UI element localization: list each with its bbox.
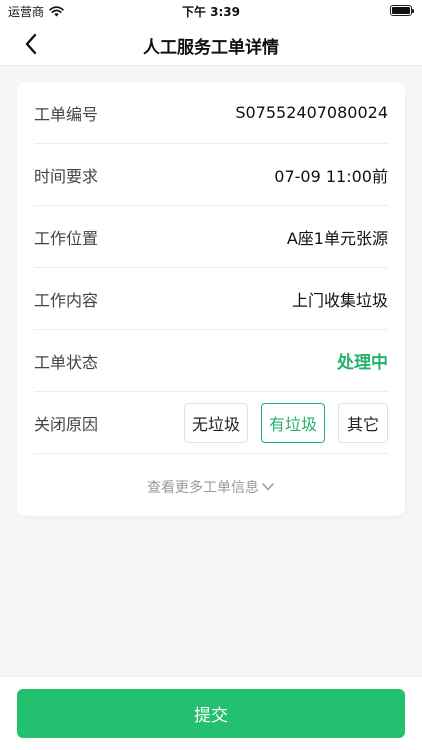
nav-bar: 人工服务工单详情 [0, 22, 422, 66]
close-reason-options: 无垃圾 有垃圾 其它 [183, 402, 388, 443]
page-title: 人工服务工单详情 [143, 38, 279, 58]
time-requirement-row: 时间要求 07-09 11:00前 [34, 144, 388, 206]
status-bar: 运营商 下午 3:39 [0, 0, 422, 22]
work-content-value: 上门收集垃圾 [291, 290, 388, 310]
time-requirement-value: 07-09 11:00前 [274, 166, 388, 186]
bottom-bar: 提交 [0, 676, 422, 750]
status-time: 下午 3:39 [181, 5, 241, 19]
close-reason-option-other[interactable]: 其它 [338, 402, 388, 443]
close-reason-row: 关闭原因 无垃圾 有垃圾 其它 [34, 392, 388, 454]
location-label: 工作位置 [34, 228, 99, 248]
work-content-row: 工作内容 上门收集垃圾 [34, 268, 388, 330]
location-row: 工作位置 A座1单元张源 [34, 206, 388, 268]
location-value: A座1单元张源 [286, 228, 388, 248]
chevron-down-icon [262, 483, 274, 491]
close-reason-label: 关闭原因 [34, 414, 99, 434]
submit-button[interactable]: 提交 [17, 689, 405, 738]
order-number-label: 工单编号 [34, 104, 99, 124]
close-reason-option-has-garbage[interactable]: 有垃圾 [260, 402, 325, 443]
time-requirement-label: 时间要求 [34, 166, 99, 186]
status-badge: 处理中 [337, 353, 388, 373]
order-status-label: 工单状态 [34, 352, 99, 372]
close-reason-option-no-garbage[interactable]: 无垃圾 [183, 402, 248, 443]
view-more-label: 查看更多工单信息 [147, 480, 259, 496]
order-number-value: S07552407080024 [235, 103, 388, 122]
view-more-link[interactable]: 查看更多工单信息 [17, 477, 405, 497]
work-content-label: 工作内容 [34, 290, 99, 310]
order-status-row: 工单状态 处理中 [34, 330, 388, 392]
battery-icon [390, 5, 414, 16]
order-detail-card: 工单编号 S07552407080024 时间要求 07-09 11:00前 工… [17, 82, 405, 516]
order-number-row: 工单编号 S07552407080024 [34, 82, 388, 144]
